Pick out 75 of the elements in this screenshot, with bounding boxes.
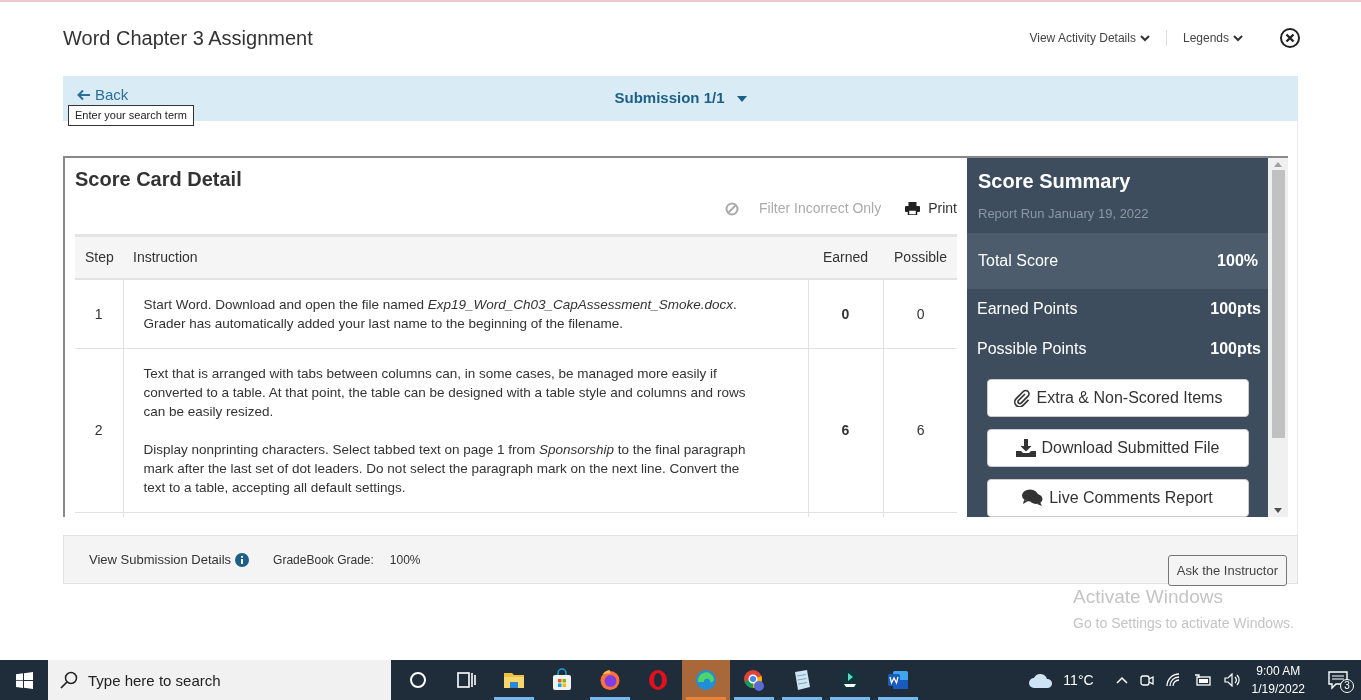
column-header: Earned	[808, 237, 883, 279]
table-cell: 1	[75, 279, 123, 349]
chevron-down-icon	[1139, 34, 1150, 42]
scrollbar[interactable]	[1268, 158, 1288, 517]
cloud-icon[interactable]	[1029, 672, 1054, 688]
print-button[interactable]: Print	[905, 198, 957, 219]
section-title: Score Card Detail	[74, 167, 243, 192]
date: 1/19/2022	[1251, 681, 1305, 698]
grade-value: 100%	[389, 551, 421, 569]
time: 9:00 AM	[1256, 663, 1301, 680]
ban-icon	[725, 201, 740, 216]
grade-label: GradeBook Grade:	[273, 551, 374, 569]
temperature: 11°C	[1063, 670, 1094, 690]
running-indicator	[830, 697, 870, 700]
running-indicator	[878, 697, 918, 700]
action-button[interactable]: Extra & Non-Scored Items	[986, 378, 1249, 417]
caret-down-icon	[736, 95, 747, 102]
back-link[interactable]: Back	[77, 84, 129, 107]
battery-icon[interactable]	[1193, 674, 1212, 686]
running-indicator	[782, 697, 822, 700]
column-header: Instruction	[123, 237, 808, 279]
column-header: Possible	[883, 237, 957, 279]
windows-start-icon[interactable]	[15, 671, 33, 689]
total-value: 100%	[1217, 250, 1258, 271]
table-cell: 6	[883, 348, 957, 513]
details-link[interactable]: View Submission Details	[89, 549, 250, 570]
volume-icon[interactable]	[1223, 673, 1240, 687]
wifi-icon[interactable]	[1165, 673, 1182, 687]
search-field[interactable]: Type here to search	[48, 660, 391, 700]
clock[interactable]: 9:00 AM 1/19/2022	[1251, 662, 1305, 698]
chevron-up-icon[interactable]	[1115, 676, 1128, 684]
arrow-left-icon	[77, 89, 91, 102]
download-icon	[1015, 438, 1036, 457]
camera-icon[interactable]	[1139, 672, 1154, 688]
table-cell: 0	[808, 279, 883, 349]
submission-dropdown[interactable]: Submission 1/1	[614, 87, 747, 110]
stat-label: Possible Points	[977, 338, 1087, 359]
action-button[interactable]: Live Comments Report	[986, 478, 1249, 517]
notification-icon[interactable]	[1328, 670, 1348, 690]
instruction-cell: Text that is arranged with tabs between columns can, in some cases, be managed more easily if converted to a table. At that point, the table can be designed with a table style and columns and rows can be easily resized. Display nonprinting characters. Select tabbed text on page 1 from Sponsorship to the final paragraph mark after the last set of dot leaders. Do not select the paragraph mark on the next line. Convert the text to a table, accepting all default settings.	[123, 348, 808, 513]
report-date: Report Run January 19, 2022	[977, 205, 1150, 223]
running-indicator	[734, 697, 774, 700]
running-indicator	[494, 697, 534, 700]
notification-badge: 3	[1340, 679, 1354, 693]
search-icon	[60, 671, 78, 689]
dropdown-menu[interactable]: Legends	[1182, 29, 1243, 47]
stat-value: 100pts	[1210, 338, 1261, 359]
instruction-cell: Start Word. Download and open the file named Exp19_Word_Ch03_CapAssessment_Smoke.docx. Grader has automatically added your last name to the beginning of the filename.	[123, 279, 808, 349]
close-icon[interactable]	[1279, 27, 1301, 49]
column-header: Step	[75, 237, 123, 279]
stat-label: Earned Points	[977, 298, 1078, 319]
printer-icon	[905, 202, 921, 215]
ask-instructor-button[interactable]: Ask the Instructor	[1167, 555, 1287, 586]
table-cell: 2	[75, 348, 123, 513]
tooltip: Enter your search term	[68, 105, 194, 126]
store-icon	[550, 668, 574, 692]
page-title: Word Chapter 3 Assignment	[63, 26, 313, 51]
dropdown-menu[interactable]: View Activity Details	[1029, 29, 1150, 47]
comments-icon	[1022, 489, 1044, 506]
table-cell: 0	[883, 279, 957, 349]
info-icon	[235, 552, 250, 567]
table-cell: 6	[808, 348, 883, 513]
scroll-down-icon[interactable]	[1274, 508, 1282, 513]
chevron-down-icon	[1233, 34, 1243, 42]
stat-value: 100pts	[1210, 298, 1261, 319]
action-button[interactable]: Download Submitted File	[986, 428, 1249, 467]
running-indicator	[590, 697, 630, 700]
total-label: Total Score	[978, 250, 1059, 271]
activation-subtitle: Go to Settings to activate Windows.	[1073, 613, 1294, 633]
running-indicator	[686, 697, 726, 700]
panel-title: Score Summary	[977, 169, 1132, 194]
word-icon	[886, 668, 910, 692]
activation-title: Activate Windows	[1073, 585, 1224, 609]
browser-icon	[598, 668, 622, 692]
paperclip-icon	[1012, 388, 1031, 407]
